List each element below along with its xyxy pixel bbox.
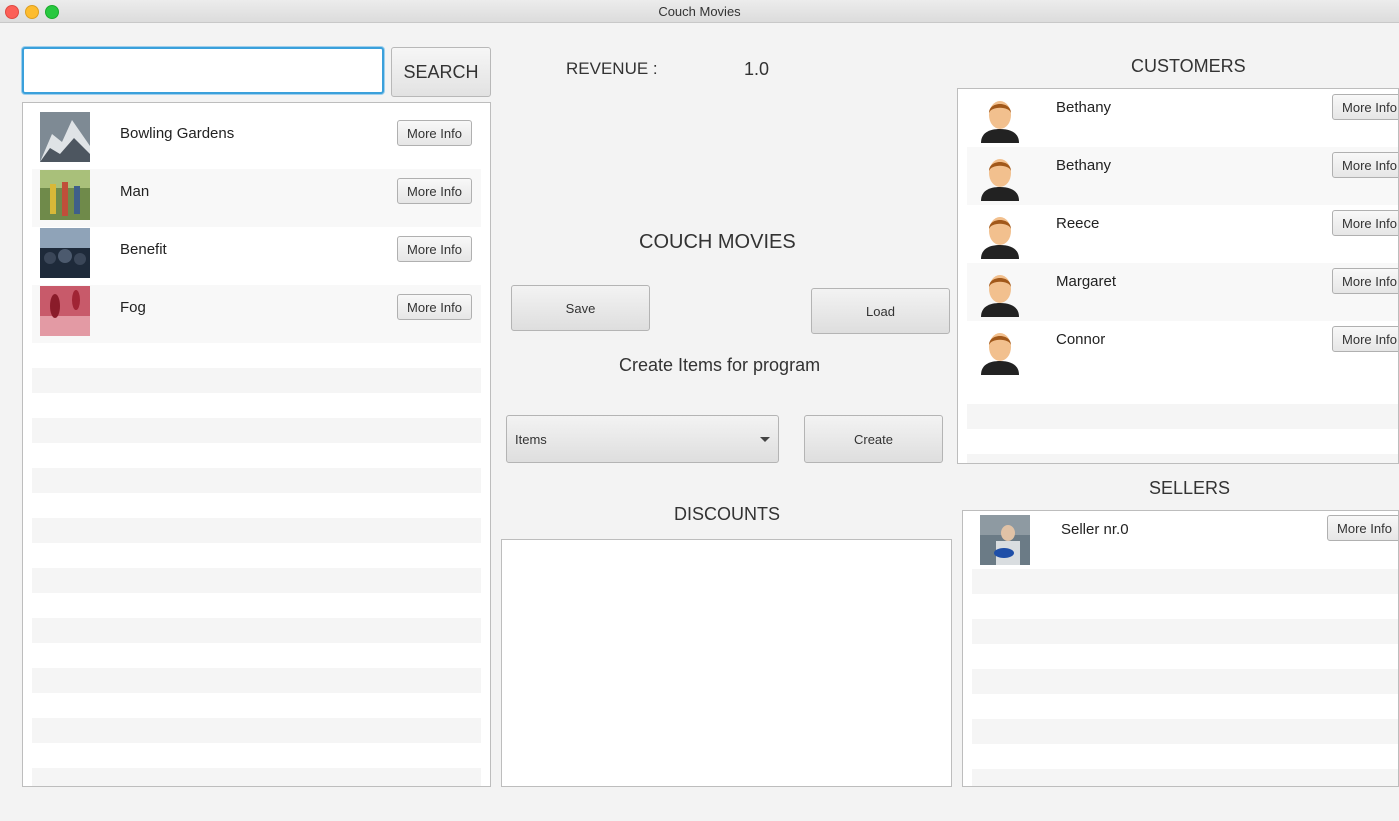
sellers-heading: SELLERS (1149, 478, 1231, 498)
empty-row (32, 393, 481, 418)
list-item[interactable]: Benefit More Info (32, 227, 481, 285)
more-info-button[interactable]: More Info (397, 120, 472, 146)
app-title: COUCH MOVIES (639, 231, 796, 253)
empty-row (32, 618, 481, 643)
search-input[interactable] (22, 47, 384, 94)
seller-list[interactable]: Seller nr.0 More Info (962, 510, 1399, 787)
customer-name: Connor (1056, 331, 1106, 348)
crowd-thumb-icon (40, 228, 90, 278)
list-item[interactable]: Connor More Info (967, 321, 1398, 379)
window-titlebar: Couch Movies (0, 0, 1399, 23)
customer-name: Margaret (1056, 273, 1117, 290)
mountain-thumb-icon (40, 112, 90, 162)
more-info-button[interactable]: More Info (1332, 326, 1398, 352)
list-item[interactable]: Margaret More Info (967, 263, 1398, 321)
create-items-heading: Create Items for program (619, 355, 821, 375)
search-button[interactable]: SEARCH (391, 47, 491, 97)
empty-row (32, 343, 481, 368)
empty-row (32, 418, 481, 443)
chevron-down-icon (760, 437, 770, 442)
seller-name: Seller nr.0 (1061, 521, 1129, 538)
empty-row (967, 379, 1398, 404)
more-info-button[interactable]: More Info (1327, 515, 1398, 541)
movie-title: Benefit (120, 241, 167, 258)
empty-row (32, 643, 481, 668)
person-avatar-icon (981, 275, 1019, 317)
more-info-button[interactable]: More Info (1332, 268, 1398, 294)
empty-row (972, 744, 1398, 769)
movie-title: Bowling Gardens (120, 125, 235, 142)
empty-row (32, 718, 481, 743)
empty-row (967, 404, 1398, 429)
empty-row (32, 768, 481, 786)
more-info-button[interactable]: More Info (397, 294, 472, 320)
empty-row (972, 594, 1398, 619)
red-figure-thumb-icon (40, 286, 90, 336)
more-info-button[interactable]: More Info (1332, 94, 1398, 120)
load-button[interactable]: Load (811, 288, 950, 334)
empty-row (32, 668, 481, 693)
window-title: Couch Movies (658, 4, 741, 19)
customer-list[interactable]: Bethany More Info Bethany More Info Reec… (957, 88, 1399, 464)
empty-row (972, 719, 1398, 744)
empty-row (972, 644, 1398, 669)
person-avatar-icon (981, 101, 1019, 143)
empty-row (32, 593, 481, 618)
movie-title: Man (120, 183, 150, 200)
empty-row (972, 669, 1398, 694)
item-type-select[interactable]: Items (506, 415, 779, 463)
list-item[interactable]: Bowling Gardens More Info (32, 111, 481, 169)
empty-row (972, 694, 1398, 719)
empty-row (972, 619, 1398, 644)
empty-row (967, 429, 1398, 454)
empty-row (32, 543, 481, 568)
item-type-selected-value: Items (515, 432, 547, 447)
more-info-button[interactable]: More Info (1332, 152, 1398, 178)
person-avatar-icon (981, 159, 1019, 201)
discounts-list[interactable] (501, 539, 952, 787)
list-item[interactable]: Man More Info (32, 169, 481, 227)
person-avatar-icon (981, 217, 1019, 259)
list-item[interactable]: Reece More Info (967, 205, 1398, 263)
revenue-value: 1.0 (744, 59, 770, 79)
forest-people-thumb-icon (40, 170, 90, 220)
person-avatar-icon (981, 333, 1019, 375)
customer-name: Reece (1056, 215, 1100, 232)
more-info-button[interactable]: More Info (397, 178, 472, 204)
empty-row (32, 518, 481, 543)
empty-row (32, 468, 481, 493)
customer-name: Bethany (1056, 99, 1112, 116)
empty-row (32, 693, 481, 718)
empty-row (32, 493, 481, 518)
customer-name: Bethany (1056, 157, 1112, 174)
discounts-heading: DISCOUNTS (674, 504, 781, 524)
empty-row (32, 443, 481, 468)
more-info-button[interactable]: More Info (1332, 210, 1398, 236)
empty-row (972, 769, 1398, 786)
seller-photo-icon (980, 515, 1030, 565)
list-item[interactable]: Bethany More Info (967, 89, 1398, 147)
save-button[interactable]: Save (511, 285, 650, 331)
empty-row (32, 743, 481, 768)
empty-row (32, 368, 481, 393)
list-item[interactable]: Seller nr.0 More Info (972, 511, 1398, 569)
list-item[interactable]: Bethany More Info (967, 147, 1398, 205)
empty-row (967, 454, 1398, 463)
movie-list[interactable]: Bowling Gardens More Info Man More Info … (22, 102, 491, 787)
empty-row (972, 569, 1398, 594)
movie-title: Fog (120, 299, 146, 316)
list-item[interactable]: Fog More Info (32, 285, 481, 343)
revenue-label: REVENUE : (566, 59, 658, 78)
create-button[interactable]: Create (804, 415, 943, 463)
empty-row (32, 568, 481, 593)
customers-heading: CUSTOMERS (1131, 56, 1246, 76)
more-info-button[interactable]: More Info (397, 236, 472, 262)
